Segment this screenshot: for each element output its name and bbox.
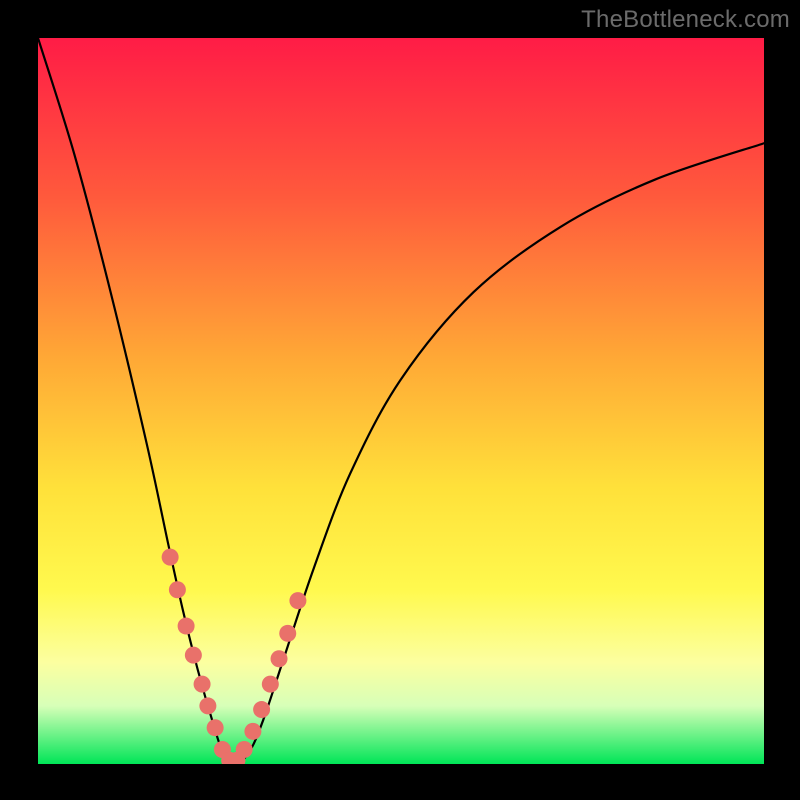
highlight-dot xyxy=(185,647,202,664)
bottleneck-curve-svg xyxy=(38,38,764,764)
highlight-dot xyxy=(262,676,279,693)
highlight-dots-group xyxy=(162,549,307,764)
highlight-dot xyxy=(199,697,216,714)
highlight-dot xyxy=(178,618,195,635)
highlight-dot xyxy=(244,723,261,740)
highlight-dot xyxy=(279,625,296,642)
highlight-dot xyxy=(194,676,211,693)
highlight-dot xyxy=(271,650,288,667)
highlight-dot xyxy=(162,549,179,566)
chart-frame: TheBottleneck.com xyxy=(0,0,800,800)
bottleneck-curve-path xyxy=(38,38,764,764)
highlight-dot xyxy=(289,592,306,609)
highlight-dot xyxy=(236,741,253,758)
highlight-dot xyxy=(207,719,224,736)
watermark-text: TheBottleneck.com xyxy=(581,6,790,34)
plot-area xyxy=(38,38,764,764)
highlight-dot xyxy=(253,701,270,718)
highlight-dot xyxy=(169,581,186,598)
